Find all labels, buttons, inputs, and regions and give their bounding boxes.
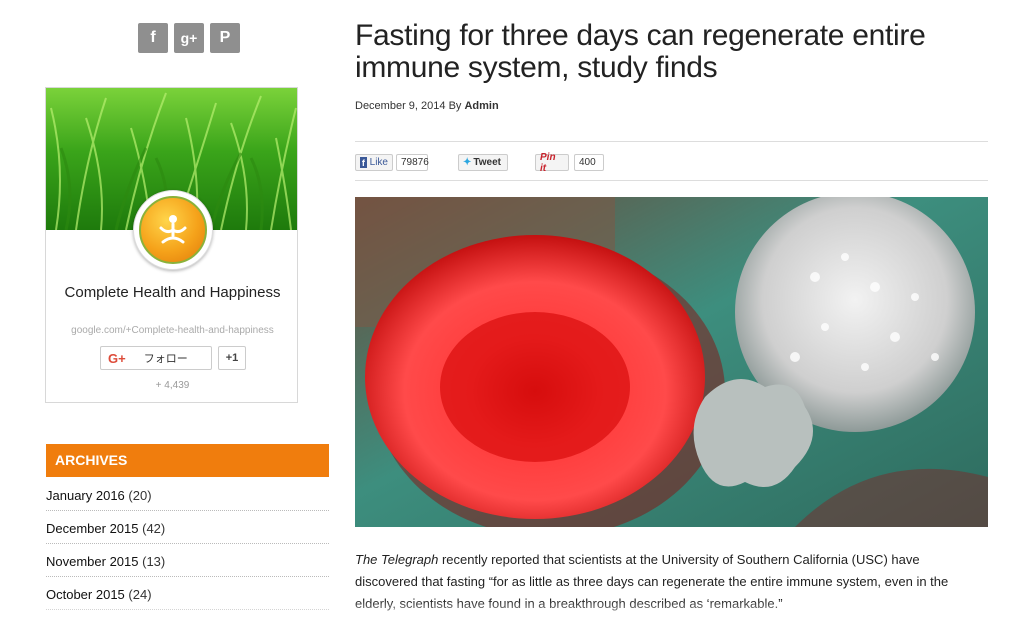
avatar[interactable] xyxy=(133,190,213,270)
by-label: By xyxy=(448,100,462,112)
fb-like-label: Like xyxy=(369,157,388,168)
archive-month[interactable]: November 2015 xyxy=(46,554,139,569)
facebook-icon: f xyxy=(360,157,367,168)
twitter-bird-icon: ✦ xyxy=(463,157,472,168)
meditation-icon xyxy=(139,196,207,264)
facebook-icon[interactable]: f xyxy=(138,23,168,53)
archive-count: (13) xyxy=(142,554,166,569)
archives-list: January 2016 (20) December 2015 (42) Nov… xyxy=(46,478,329,610)
facebook-like-button[interactable]: f Like xyxy=(355,154,393,171)
pin-it-button[interactable]: Pin it xyxy=(535,152,569,174)
archive-item[interactable]: January 2016 (20) xyxy=(46,478,329,511)
article-hero-image xyxy=(355,197,988,527)
article-author[interactable]: Admin xyxy=(464,100,498,112)
archive-item[interactable]: November 2015 (13) xyxy=(46,544,329,577)
source-name[interactable]: The Telegraph xyxy=(355,552,438,567)
share-bar: f Like 79876 ✦ Tweet Pin it 400 xyxy=(355,141,988,181)
archive-item[interactable]: October 2015 (24) xyxy=(46,577,329,610)
plus-one-button[interactable]: +1 xyxy=(218,346,246,370)
google-plus-badge: Complete Health and Happiness google.com… xyxy=(45,87,298,403)
archive-count: (20) xyxy=(128,488,152,503)
archive-month[interactable]: January 2016 xyxy=(46,488,125,503)
social-icons: f g+ P xyxy=(138,23,240,53)
pinterest-icon[interactable]: P xyxy=(210,23,240,53)
google-plus-icon[interactable]: g+ xyxy=(174,23,204,53)
article-meta: December 9, 2014 By Admin xyxy=(355,100,499,112)
article-title: Fasting for three days can regenerate en… xyxy=(355,19,926,84)
archive-month[interactable]: December 2015 xyxy=(46,521,139,536)
archive-count: (24) xyxy=(128,587,152,602)
tweet-label: Tweet xyxy=(473,157,501,168)
google-plus-glyph: g+ xyxy=(180,30,198,46)
page-url[interactable]: google.com/+Complete-health-and-happines… xyxy=(46,325,297,336)
pinterest-glyph: P xyxy=(219,29,231,46)
archive-count: (42) xyxy=(142,521,166,536)
archive-item[interactable]: December 2015 (42) xyxy=(46,511,329,544)
follow-label: フォロー xyxy=(143,353,188,365)
article-date: December 9, 2014 xyxy=(355,100,446,112)
facebook-glyph: f xyxy=(150,29,156,46)
facebook-like-count: 79876 xyxy=(396,154,429,171)
google-plus-logo-icon: G+ xyxy=(108,350,126,366)
page-name[interactable]: Complete Health and Happiness xyxy=(46,283,297,303)
article-body: The Telegraph recently reported that sci… xyxy=(355,549,975,615)
follower-count: + 4,439 xyxy=(155,380,190,391)
follow-button[interactable]: G+ フォロー xyxy=(100,346,212,370)
tweet-button[interactable]: ✦ Tweet xyxy=(458,154,508,171)
archive-month[interactable]: October 2015 xyxy=(46,587,125,602)
pin-count: 400 xyxy=(574,154,604,171)
body-text: recently reported that scientists at the… xyxy=(355,552,949,611)
archives-heading: ARCHIVES xyxy=(46,444,329,477)
